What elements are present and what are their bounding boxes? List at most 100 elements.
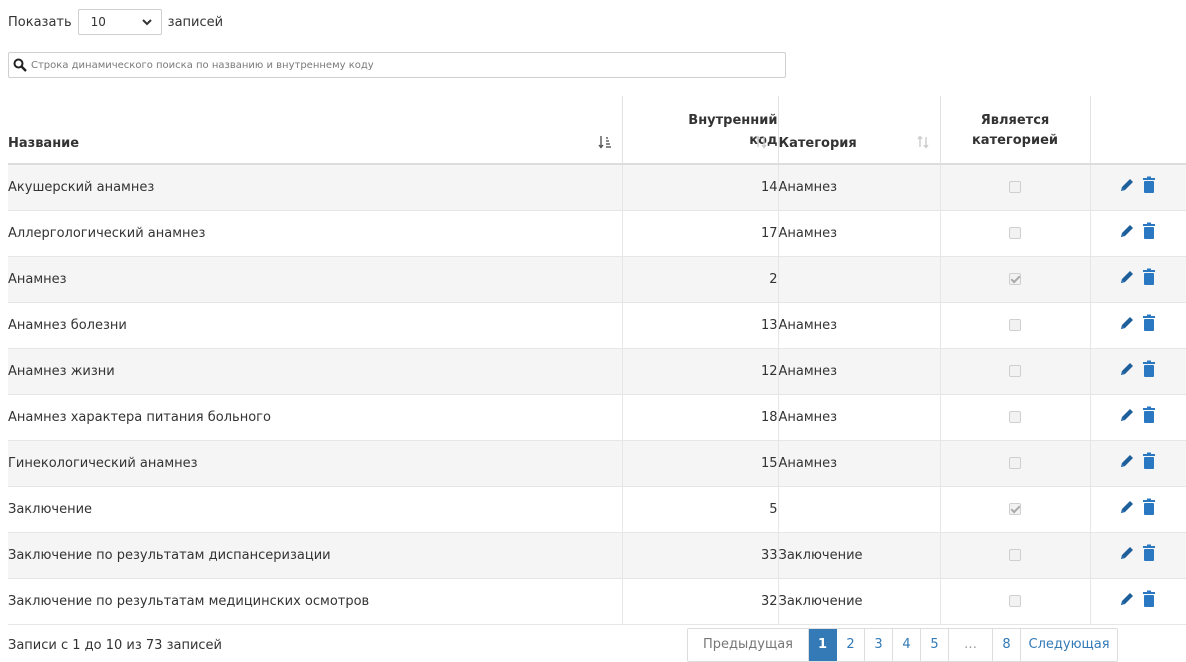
table-row: Анамнез болезни 13 Анамнез bbox=[8, 302, 1186, 348]
pencil-icon[interactable] bbox=[1118, 268, 1136, 286]
cell-actions bbox=[1090, 578, 1186, 624]
cell-category: Заключение bbox=[778, 532, 941, 578]
cell-is-category bbox=[940, 394, 1091, 440]
pencil-icon[interactable] bbox=[1118, 590, 1136, 608]
cell-actions bbox=[1090, 210, 1186, 256]
cell-code: 18 bbox=[622, 394, 779, 440]
table-row: Анамнез характера питания больного 18 Ан… bbox=[8, 394, 1186, 440]
pagination-previous[interactable]: Предыдущая bbox=[688, 629, 809, 661]
is-category-checkbox bbox=[1009, 411, 1021, 423]
cell-actions bbox=[1090, 164, 1186, 210]
column-header-category-label: Категория bbox=[778, 136, 857, 151]
search-input[interactable] bbox=[31, 54, 785, 76]
table-row: Анамнез 2 bbox=[8, 256, 1186, 302]
pagination-page-3[interactable]: 3 bbox=[865, 629, 894, 661]
trash-icon[interactable] bbox=[1140, 314, 1158, 332]
is-category-checkbox bbox=[1009, 457, 1021, 469]
column-header-code[interactable]: Внутренний код bbox=[622, 96, 779, 164]
trash-icon[interactable] bbox=[1140, 452, 1158, 470]
trash-icon[interactable] bbox=[1140, 222, 1158, 240]
pencil-icon[interactable] bbox=[1118, 176, 1136, 194]
records-table: Название Внутренний код Категория Являет… bbox=[8, 96, 1186, 625]
cell-category: Анамнез bbox=[778, 302, 941, 348]
cell-category: Анамнез bbox=[778, 164, 941, 210]
pagination: Предыдущая 1 2 3 4 5 … 8 Следующая bbox=[687, 628, 1119, 662]
cell-category: Анамнез bbox=[778, 440, 941, 486]
pencil-icon[interactable] bbox=[1118, 314, 1136, 332]
pagination-page-5[interactable]: 5 bbox=[921, 629, 950, 661]
pagination-ellipsis: … bbox=[949, 629, 994, 661]
is-category-checkbox bbox=[1009, 595, 1021, 607]
table-row: Анамнез жизни 12 Анамнез bbox=[8, 348, 1186, 394]
is-category-checkbox bbox=[1009, 365, 1021, 377]
trash-icon[interactable] bbox=[1140, 498, 1158, 516]
cell-name: Анамнез жизни bbox=[8, 348, 623, 394]
cell-code: 2 bbox=[622, 256, 779, 302]
cell-category bbox=[778, 486, 941, 532]
cell-name: Анамнез bbox=[8, 256, 623, 302]
length-prefix-label: Показать bbox=[8, 14, 72, 30]
cell-code: 13 bbox=[622, 302, 779, 348]
cell-name: Заключение по результатам медицинских ос… bbox=[8, 578, 623, 624]
page-length-select[interactable]: 10 bbox=[77, 9, 162, 35]
cell-code: 15 bbox=[622, 440, 779, 486]
cell-code: 32 bbox=[622, 578, 779, 624]
page-length-control: Показать 10 записей bbox=[8, 8, 223, 36]
cell-is-category bbox=[940, 486, 1091, 532]
pagination-page-8[interactable]: 8 bbox=[993, 629, 1022, 661]
trash-icon[interactable] bbox=[1140, 360, 1158, 378]
pencil-icon[interactable] bbox=[1118, 498, 1136, 516]
table-header-row: Название Внутренний код Категория Являет… bbox=[8, 96, 1186, 164]
cell-actions bbox=[1090, 348, 1186, 394]
cell-name: Анамнез характера питания больного bbox=[8, 394, 623, 440]
trash-icon[interactable] bbox=[1140, 268, 1158, 286]
column-header-name[interactable]: Название bbox=[8, 96, 623, 164]
length-suffix-label: записей bbox=[167, 14, 224, 30]
cell-actions bbox=[1090, 486, 1186, 532]
cell-code: 12 bbox=[622, 348, 779, 394]
cell-actions bbox=[1090, 532, 1186, 578]
column-header-code-line1: Внутренний bbox=[688, 113, 778, 128]
cell-category: Анамнез bbox=[778, 210, 941, 256]
cell-code: 33 bbox=[622, 532, 779, 578]
trash-icon[interactable] bbox=[1140, 544, 1158, 562]
cell-name: Заключение по результатам диспансеризаци… bbox=[8, 532, 623, 578]
column-header-is-category-line2: категорией bbox=[971, 133, 1058, 148]
trash-icon[interactable] bbox=[1140, 590, 1158, 608]
pencil-icon[interactable] bbox=[1118, 360, 1136, 378]
cell-name: Аллергологический анамнез bbox=[8, 210, 623, 256]
cell-is-category bbox=[940, 164, 1091, 210]
trash-icon[interactable] bbox=[1140, 406, 1158, 424]
pagination-next[interactable]: Следующая bbox=[1021, 629, 1117, 661]
pencil-icon[interactable] bbox=[1118, 406, 1136, 424]
is-category-checkbox bbox=[1009, 549, 1021, 561]
table-row: Заключение 5 bbox=[8, 486, 1186, 532]
is-category-checkbox bbox=[1009, 181, 1021, 194]
pencil-icon[interactable] bbox=[1118, 222, 1136, 240]
cell-category: Заключение bbox=[778, 578, 941, 624]
cell-actions bbox=[1090, 394, 1186, 440]
pencil-icon[interactable] bbox=[1118, 452, 1136, 470]
column-header-category[interactable]: Категория bbox=[778, 96, 941, 164]
search-box[interactable] bbox=[8, 52, 786, 78]
cell-is-category bbox=[940, 256, 1091, 302]
cell-name: Анамнез болезни bbox=[8, 302, 623, 348]
table-body: Акушерский анамнез 14 Анамнез Аллерголог… bbox=[8, 164, 1186, 624]
page-length-value: 10 bbox=[90, 15, 106, 29]
cell-code: 5 bbox=[622, 486, 779, 532]
trash-icon[interactable] bbox=[1140, 176, 1158, 194]
cell-is-category bbox=[940, 440, 1091, 486]
column-header-is-category: Является категорией bbox=[940, 96, 1091, 164]
column-header-is-category-line1: Является bbox=[980, 113, 1050, 128]
pagination-page-1[interactable]: 1 bbox=[809, 629, 838, 661]
cell-actions bbox=[1090, 256, 1186, 302]
cell-is-category bbox=[940, 348, 1091, 394]
is-category-checkbox bbox=[1009, 227, 1021, 239]
column-header-name-label: Название bbox=[8, 136, 80, 151]
is-category-checkbox bbox=[1009, 503, 1021, 515]
pagination-page-4[interactable]: 4 bbox=[893, 629, 922, 661]
table-row: Заключение по результатам диспансеризаци… bbox=[8, 532, 1186, 578]
pagination-page-2[interactable]: 2 bbox=[837, 629, 866, 661]
table-info: Записи с 1 до 10 из 73 записей bbox=[8, 638, 222, 653]
pencil-icon[interactable] bbox=[1118, 544, 1136, 562]
